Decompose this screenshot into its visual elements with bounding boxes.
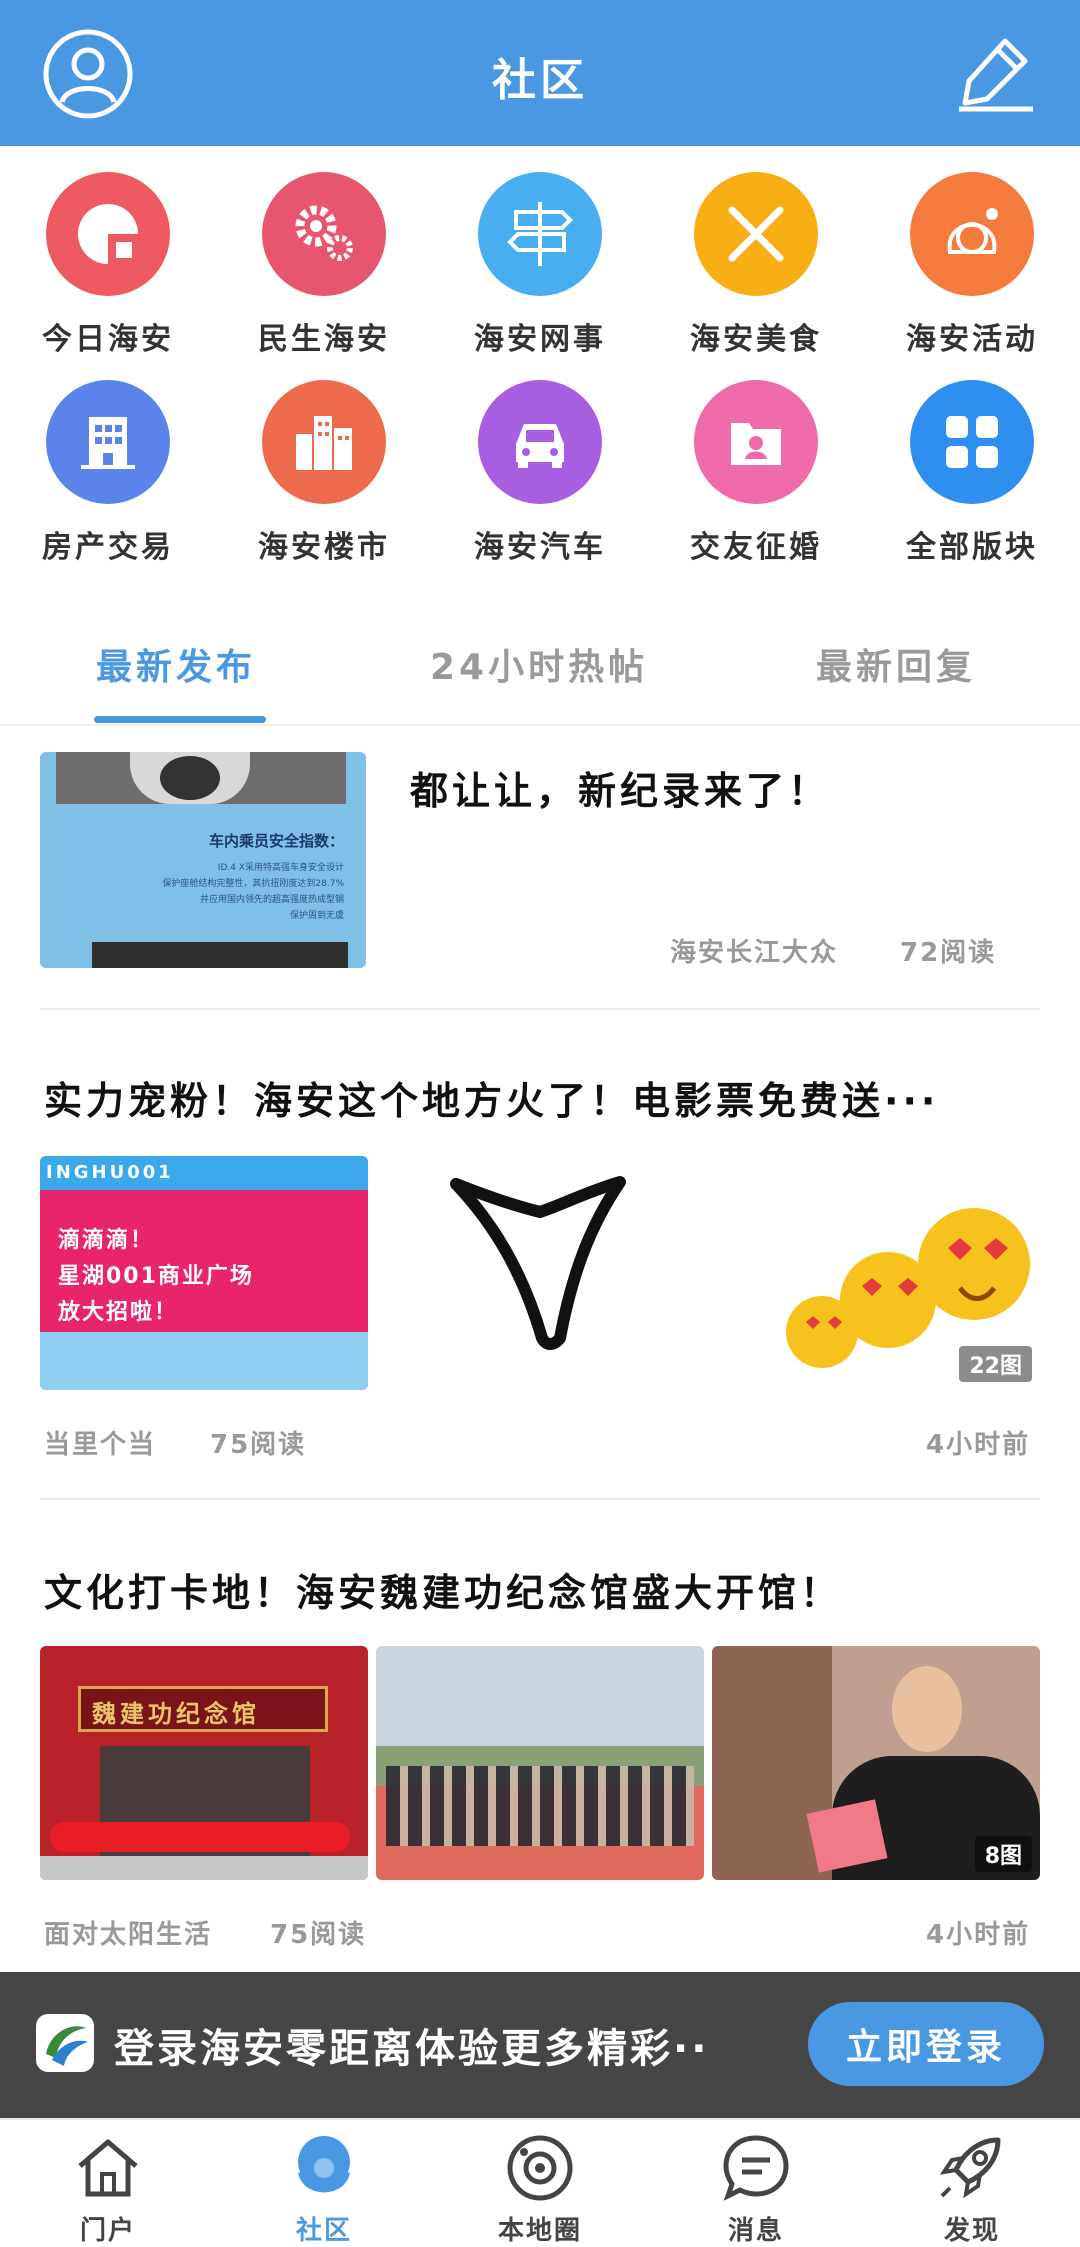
post-time: 4小时前 bbox=[926, 1430, 1031, 1460]
nav-portal[interactable]: 门户 bbox=[0, 2130, 216, 2247]
post-time: 4小时前 bbox=[926, 1920, 1031, 1950]
app-header: 社区 bbox=[0, 0, 1080, 146]
post-image: 22图 bbox=[712, 1156, 1040, 1390]
image-count-badge: 8图 bbox=[974, 1836, 1032, 1872]
active-tab-indicator bbox=[94, 716, 266, 723]
category-today[interactable]: 今日海安 bbox=[0, 146, 216, 357]
post-author: 当里个当 bbox=[44, 1430, 157, 1460]
car-icon bbox=[478, 380, 602, 504]
category-realestate[interactable]: 海安楼市 bbox=[216, 354, 432, 565]
post-image bbox=[376, 1156, 704, 1390]
image-text: 放大招啦！ bbox=[58, 1300, 179, 1325]
apps-grid-icon bbox=[910, 380, 1034, 504]
app-logo-icon bbox=[36, 2014, 94, 2072]
category-house[interactable]: 房产交易 bbox=[0, 354, 216, 565]
feed-tabs: 最新发布 24小时热帖 最新回复 bbox=[0, 600, 1080, 726]
image-banner-text: INGHU001 bbox=[46, 1162, 174, 1183]
building-icon bbox=[46, 380, 170, 504]
category-label: 海安活动 bbox=[906, 322, 1038, 357]
image-text: 星湖001商业广场 bbox=[58, 1264, 254, 1289]
message-icon bbox=[716, 2130, 796, 2206]
post-reads: 72阅读 bbox=[900, 938, 997, 968]
nav-local-circle[interactable]: 本地圈 bbox=[432, 2130, 648, 2247]
category-car[interactable]: 海安汽车 bbox=[432, 354, 648, 565]
home-icon bbox=[68, 2130, 148, 2206]
category-label: 海安楼市 bbox=[258, 530, 390, 565]
hall-sign-text: 魏建功纪念馆 bbox=[92, 1700, 260, 1728]
thumbnail-caption-line: 保护周到无虞 bbox=[289, 911, 344, 921]
category-dating[interactable]: 交友征婚 bbox=[648, 354, 864, 565]
city-buildings-icon bbox=[262, 380, 386, 504]
nav-messages[interactable]: 消息 bbox=[648, 2130, 864, 2247]
category-label: 今日海安 bbox=[42, 322, 174, 357]
tab-latest-reply[interactable]: 最新回复 bbox=[816, 638, 976, 690]
post-reads: 75阅读 bbox=[210, 1430, 307, 1460]
login-prompt-text: 登录海安零距离体验更多精彩·· bbox=[114, 2026, 710, 2072]
nav-label: 发现 bbox=[943, 2216, 1000, 2246]
thumbnail-caption: 车内乘员安全指数： bbox=[208, 832, 344, 850]
login-banner: 登录海安零距离体验更多精彩·· 立即登录 bbox=[0, 1972, 1080, 2118]
bottom-nav: 门户 社区 本地圈 消息 发现 bbox=[0, 2118, 1080, 2247]
today-icon bbox=[46, 172, 170, 296]
post-title: 实力宠粉！海安这个地方火了！电影票免费送··· bbox=[44, 1079, 940, 1123]
category-label: 民生海安 bbox=[258, 322, 390, 357]
post-reads: 75阅读 bbox=[270, 1920, 367, 1950]
post-image bbox=[376, 1646, 704, 1880]
category-grid: 今日海安 民生海安 海安网事 海安美食 海安活动 房产交易 海安楼市 海安汽车 … bbox=[0, 146, 1080, 566]
category-all[interactable]: 全部版块 bbox=[864, 354, 1080, 565]
rocket-icon bbox=[932, 2130, 1012, 2206]
image-count-badge: 22图 bbox=[959, 1346, 1032, 1382]
community-icon bbox=[284, 2130, 364, 2206]
post-thumbnail: 车内乘员安全指数： ID.4 X采用特高强车身安全设计 保护座舱结构完整性，其抗… bbox=[40, 752, 366, 968]
nav-discover[interactable]: 发现 bbox=[864, 2130, 1080, 2247]
post-image: 8图 bbox=[712, 1646, 1040, 1880]
login-button[interactable]: 立即登录 bbox=[808, 2002, 1044, 2086]
divider bbox=[40, 1008, 1040, 1010]
nav-label: 门户 bbox=[79, 2216, 136, 2246]
category-label: 海安汽车 bbox=[474, 530, 606, 565]
category-label: 房产交易 bbox=[42, 530, 174, 565]
post-author: 面对太阳生活 bbox=[44, 1920, 213, 1950]
category-activity[interactable]: 海安活动 bbox=[864, 146, 1080, 357]
fork-knife-icon bbox=[694, 172, 818, 296]
local-circle-icon bbox=[500, 2130, 580, 2206]
edit-pencil-icon[interactable] bbox=[950, 28, 1042, 120]
gears-icon bbox=[262, 172, 386, 296]
post-author: 海安长江大众 bbox=[670, 938, 839, 968]
divider bbox=[40, 1498, 1040, 1500]
category-label: 交友征婚 bbox=[690, 530, 822, 565]
thumbnail-caption-line: 保护座舱结构完整性，其抗扭刚度达到28.7% bbox=[162, 879, 344, 889]
category-label: 海安美食 bbox=[690, 322, 822, 357]
category-label: 海安网事 bbox=[474, 322, 606, 357]
nav-community[interactable]: 社区 bbox=[216, 2130, 432, 2247]
nav-label: 社区 bbox=[295, 2216, 352, 2246]
post-title: 文化打卡地！海安魏建功纪念馆盛大开馆！ bbox=[44, 1571, 843, 1615]
image-text: 滴滴滴！ bbox=[58, 1228, 155, 1253]
girl-face-icon bbox=[910, 172, 1034, 296]
nav-label: 消息 bbox=[727, 2216, 784, 2246]
category-livelihood[interactable]: 民生海安 bbox=[216, 146, 432, 357]
category-label: 全部版块 bbox=[906, 530, 1038, 565]
signpost-icon bbox=[478, 172, 602, 296]
post-image: INGHU001 滴滴滴！ 星湖001商业广场 放大招啦！ bbox=[40, 1156, 368, 1390]
page-title: 社区 bbox=[492, 55, 588, 106]
post-title: 都让让，新纪录来了！ bbox=[410, 769, 831, 813]
thumbnail-caption-line: 并应用国内领先的超高强度热成型钢 bbox=[199, 895, 344, 905]
post-image: 魏建功纪念馆 bbox=[40, 1646, 368, 1880]
person-folder-icon bbox=[694, 380, 818, 504]
category-food[interactable]: 海安美食 bbox=[648, 146, 864, 357]
category-netnews[interactable]: 海安网事 bbox=[432, 146, 648, 357]
thumbnail-caption-line: ID.4 X采用特高强车身安全设计 bbox=[217, 863, 344, 873]
tab-24h-hot[interactable]: 24小时热帖 bbox=[430, 638, 648, 690]
tab-latest[interactable]: 最新发布 bbox=[96, 638, 256, 690]
nav-label: 本地圈 bbox=[497, 2216, 582, 2246]
